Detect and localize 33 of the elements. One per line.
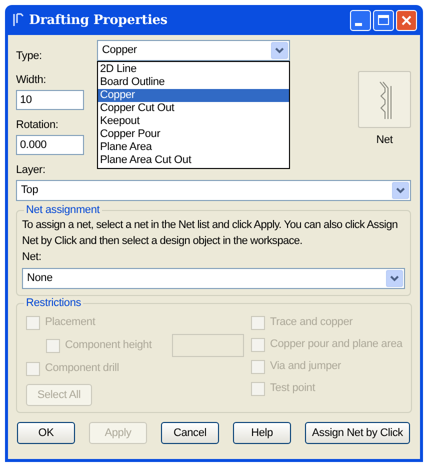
dropdown-option[interactable]: Copper Cut Out — [98, 102, 289, 115]
window-title: Drafting Properties — [29, 14, 168, 26]
dropdown-option[interactable]: Keepout — [98, 115, 289, 128]
net-label: Net: — [22, 250, 42, 265]
rotation-label: Rotation: — [16, 119, 60, 132]
dropdown-option[interactable]: Plane Area Cut Out — [98, 154, 289, 167]
dialog-button[interactable]: Cancel — [161, 422, 219, 444]
width-label: Width: — [16, 74, 47, 87]
layer-label: Layer: — [16, 164, 46, 177]
group-title: Restrictions — [25, 297, 82, 310]
app-icon — [11, 13, 25, 27]
dropdown-option[interactable]: Copper Pour — [98, 128, 289, 141]
net-assignment-description: To assign a net, select a net in the Net list and click Apply. You can also click Assign Net by Click and then select a design object in the workspace. — [22, 218, 399, 249]
layer-dropdown[interactable]: Top — [16, 180, 411, 201]
type-dropdown[interactable]: Copper — [97, 40, 290, 61]
close-icon[interactable] — [396, 10, 417, 30]
width-input-field[interactable]: 10 — [16, 90, 84, 110]
dropdown-option[interactable]: 2D Line — [98, 63, 289, 76]
group-title: Net assignment — [25, 204, 101, 217]
dropdown-option[interactable]: Copper — [98, 89, 289, 102]
rotation-input-field[interactable]: 0.000 — [16, 135, 84, 155]
dialog-button[interactable]: Help — [233, 422, 291, 444]
dropdown-option[interactable]: Board Outline — [98, 76, 289, 89]
dialog-button[interactable]: OK — [17, 422, 75, 444]
net-button-caption: Net — [376, 134, 393, 147]
maximize-icon[interactable] — [373, 10, 394, 30]
height-input-field[interactable] — [172, 334, 244, 357]
net-dropdown[interactable]: None — [22, 268, 405, 289]
net-button[interactable] — [358, 71, 411, 128]
dropdown-option[interactable]: Plane Area — [98, 141, 289, 154]
minimize-icon[interactable] — [350, 10, 371, 30]
type-label: Type: — [16, 50, 43, 64]
dialog-button[interactable]: Assign Net by Click — [305, 422, 410, 444]
